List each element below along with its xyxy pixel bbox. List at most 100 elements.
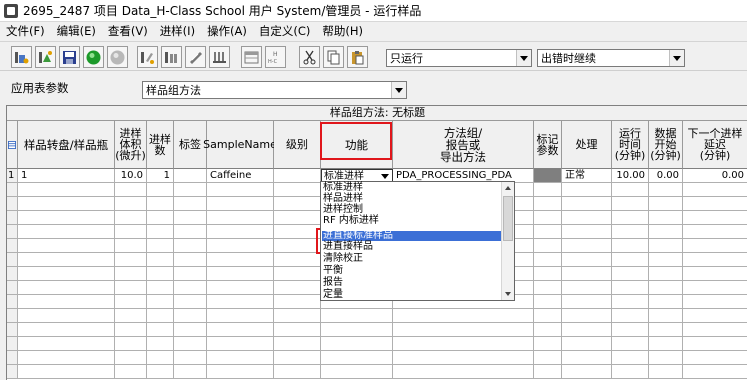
empty-cell[interactable] [115,197,147,211]
empty-cell[interactable] [612,295,649,309]
empty-cell[interactable] [562,267,612,281]
cell-injections[interactable]: 1 [147,169,174,183]
empty-cell[interactable] [7,211,18,225]
empty-cell[interactable] [115,337,147,351]
empty-cell[interactable] [207,183,274,197]
empty-cell[interactable] [274,323,321,337]
empty-cell[interactable] [18,197,115,211]
empty-cell[interactable] [612,267,649,281]
empty-cell[interactable] [562,323,612,337]
menu-help[interactable]: 帮助(H) [322,23,363,39]
empty-cell[interactable] [393,309,534,323]
empty-cell[interactable] [274,337,321,351]
empty-cell[interactable] [562,253,612,267]
empty-cell[interactable] [649,239,683,253]
cell-marker[interactable] [534,169,562,183]
empty-cell[interactable] [393,337,534,351]
empty-cell[interactable] [562,239,612,253]
header-label[interactable]: 标签 [174,121,207,169]
empty-cell[interactable] [274,239,321,253]
cell-vial[interactable]: 1 [18,169,115,183]
function-dropdown[interactable]: 标准进样 样品进样 进样控制 RF 内标进样 进直接标准样品 进直接样品 清除校… [320,181,515,301]
empty-cell[interactable] [274,351,321,365]
copy-button[interactable] [323,46,344,68]
empty-cell[interactable] [174,309,207,323]
empty-cell[interactable] [274,309,321,323]
empty-cell[interactable] [534,365,562,379]
inject-button[interactable] [137,46,158,68]
empty-cell[interactable] [207,253,274,267]
empty-cell[interactable] [683,365,747,379]
empty-cell[interactable] [115,253,147,267]
run-mode-select[interactable]: 只运行 [386,49,532,67]
empty-cell[interactable] [393,365,534,379]
cell-run-time[interactable]: 10.00 [612,169,649,183]
empty-cell[interactable] [18,211,115,225]
empty-cell[interactable] [174,351,207,365]
empty-cell[interactable] [534,183,562,197]
empty-cell[interactable] [18,365,115,379]
empty-cell[interactable] [207,267,274,281]
empty-cell[interactable] [115,309,147,323]
header-marker[interactable]: 标记 参数 [534,121,562,169]
empty-cell[interactable] [7,323,18,337]
empty-cell[interactable] [534,351,562,365]
function-option[interactable]: 进直接样品 [322,242,502,252]
empty-cell[interactable] [7,267,18,281]
empty-cell[interactable] [174,281,207,295]
empty-cell[interactable] [649,337,683,351]
function-option[interactable]: 定量 [322,290,502,300]
cut-button[interactable] [299,46,320,68]
empty-cell[interactable] [274,253,321,267]
empty-cell[interactable] [207,337,274,351]
empty-cell[interactable] [534,295,562,309]
empty-cell[interactable] [174,225,207,239]
empty-cell[interactable] [649,295,683,309]
error-mode-select[interactable]: 出错时继续 [537,49,685,67]
empty-cell[interactable] [612,253,649,267]
empty-cell[interactable] [683,323,747,337]
empty-cell[interactable] [534,211,562,225]
empty-cell[interactable] [534,267,562,281]
empty-cell[interactable] [7,309,18,323]
cell-volume[interactable]: 10.0 [115,169,147,183]
function-option[interactable]: 平衡 [322,266,502,276]
empty-cell[interactable] [534,253,562,267]
empty-cell[interactable] [612,323,649,337]
empty-cell[interactable] [321,365,393,379]
empty-cell[interactable] [174,337,207,351]
empty-cell[interactable] [174,239,207,253]
cell-data-start[interactable]: 0.00 [649,169,683,183]
empty-cell[interactable] [562,351,612,365]
empty-cell[interactable] [115,225,147,239]
cell-sample-name[interactable]: Caffeine [207,169,274,183]
empty-cell[interactable] [174,295,207,309]
empty-cell[interactable] [7,337,18,351]
empty-cell[interactable] [612,225,649,239]
table-button[interactable] [241,46,262,68]
empty-cell[interactable] [147,365,174,379]
header-run-time[interactable]: 运行 时间 (分钟) [612,121,649,169]
empty-cell[interactable] [612,365,649,379]
empty-cell[interactable] [7,239,18,253]
columns-button[interactable] [209,46,230,68]
empty-cell[interactable] [321,337,393,351]
scroll-up-icon[interactable] [502,182,514,194]
empty-cell[interactable] [683,225,747,239]
empty-cell[interactable] [612,351,649,365]
cell-label[interactable] [174,169,207,183]
header-method[interactable]: 方法组/ 报告或 导出方法 [393,121,534,169]
row-index[interactable]: 1 [7,169,18,183]
empty-cell[interactable] [562,281,612,295]
cell-next-delay[interactable]: 0.00 [683,169,747,183]
empty-cell[interactable] [274,183,321,197]
empty-cell[interactable] [7,365,18,379]
header-volume[interactable]: 进样 体积 (微升) [115,121,147,169]
empty-cell[interactable] [147,197,174,211]
chevron-down-icon[interactable] [516,50,531,66]
empty-cell[interactable] [683,183,747,197]
empty-cell[interactable] [683,197,747,211]
empty-cell[interactable] [612,183,649,197]
empty-cell[interactable] [18,183,115,197]
empty-cell[interactable] [562,295,612,309]
